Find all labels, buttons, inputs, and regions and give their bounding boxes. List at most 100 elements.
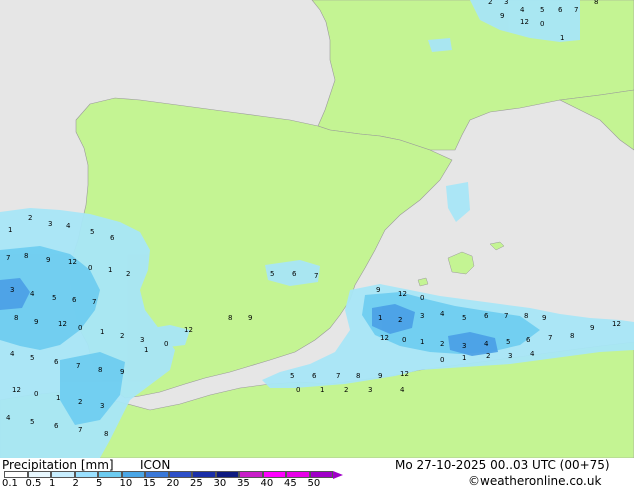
colorbar-label: 5 [96,478,103,489]
rain-value-label: 3 [420,312,424,320]
rain-value-label: 2 [486,352,490,360]
rain-value-label: 12 [68,258,77,266]
colorbar-swatch [145,471,169,478]
colorbar-swatch [192,471,216,478]
colorbar-label: 15 [143,478,156,489]
model-name: ICON [140,458,171,472]
rain-value-label: 2 [344,386,348,394]
rain-value-label: 8 [104,430,108,438]
rain-value-label: 2 [488,0,492,6]
rain-value-label: 1 [8,226,12,234]
rain-value-label: 7 [92,298,96,306]
rain-value-label: 7 [6,254,10,262]
rain-value-label: 9 [46,256,50,264]
rain-value-label: 1 [100,328,104,336]
rain-value-label: 0 [34,390,38,398]
rain-value-label: 4 [400,386,405,394]
rain-value-label: 5 [506,338,510,346]
rain-value-label: 3 [10,286,14,294]
rain-value-label: 2 [120,332,124,340]
credit: ©weatheronline.co.uk [468,474,602,488]
colorbar-swatch [309,471,333,478]
colorbar-label: 1 [49,478,56,489]
rain-value-label: 12 [398,290,407,298]
rain-value-label: 1 [320,386,324,394]
rain-value-label: 4 [440,310,445,318]
colorbar-label: 35 [237,478,250,489]
footer: Precipitation [mm] ICON Mo 27-10-2025 00… [0,458,634,490]
precipitation-map: 1 2 3 4 5 6 7 8 9 12 0 1 2 3 4 5 6 7 8 9 12 0 1 2 3 4 5 6 7 8 9 12 0 1 2 3 4… [0,0,634,459]
rain-value-label: 9 [120,368,124,376]
rain-value-label: 12 [184,326,193,334]
rain-value-label: 8 [24,252,28,260]
rain-value-label: 0 [88,264,92,272]
rain-value-label: 12 [380,334,389,342]
rain-value-label: 0 [164,340,168,348]
rain-value-label: 6 [484,312,489,320]
rain-value-label: 3 [48,220,52,228]
colorbar-swatch [239,471,263,478]
rain-value-label: 1 [420,338,424,346]
colorbar-swatch [286,471,310,478]
rain-value-label: 9 [590,324,594,332]
rain-value-label: 8 [570,332,574,340]
colorbar-label: 45 [284,478,297,489]
colorbar-swatch [121,471,145,478]
colorbar-label: 0.1 [2,478,18,489]
rain-value-label: 1 [462,354,466,362]
rain-value-label: 12 [12,386,21,394]
rain-value-label: 4 [10,350,15,358]
rain-value-label: 0 [440,356,444,364]
rain-value-label: 9 [378,372,382,380]
rain-value-label: 6 [54,358,59,366]
rain-value-label: 2 [78,398,82,406]
colorbar-swatch [262,471,286,478]
colorbar-label: 20 [166,478,180,489]
rain-value-label: 1 [378,314,382,322]
rain-value-label: 0 [540,20,544,28]
rain-value-label: 3 [368,386,372,394]
colorbar-swatch [51,471,75,478]
rain-value-label: 12 [58,320,67,328]
rain-value-label: 1 [108,266,112,274]
rain-value-label: 4 [30,290,35,298]
colorbar-swatch [168,471,192,478]
rain-value-label: 4 [66,222,71,230]
colorbar-swatch [27,471,51,478]
colorbar-label: 10 [119,478,133,489]
rain-value-label: 5 [290,372,294,380]
rain-value-label: 3 [508,352,512,360]
rain-value-label: 6 [54,422,59,430]
rain-value-label: 0 [296,386,300,394]
colorbar-label: 25 [190,478,203,489]
rain-value-label: 0 [402,336,406,344]
rain-value-label: 9 [542,314,546,322]
rain-value-label: 9 [34,318,38,326]
rain-value-label: 5 [90,228,94,236]
rain-value-label: 8 [228,314,232,322]
colorbar-arrow [333,471,343,479]
rain-value-label: 12 [400,370,409,378]
rain-value-label: 2 [398,316,402,324]
rain-value-label: 6 [110,234,115,242]
rain-value-label: 9 [376,286,380,294]
rain-value-label: 0 [420,294,424,302]
rain-value-label: 6 [72,296,77,304]
rain-value-label: 6 [558,6,563,14]
rain-value-label: 3 [100,402,104,410]
rain-value-label: 2 [126,270,130,278]
rain-value-label: 5 [52,294,56,302]
rain-value-label: 8 [524,312,528,320]
datetime: Mo 27-10-2025 00..03 UTC (00+75) [395,458,610,472]
rain-value-label: 12 [520,18,529,26]
rain-value-label: 7 [504,312,508,320]
rain-value-label: 4 [484,340,489,348]
rain-value-label: 5 [540,6,544,14]
rain-value-label: 5 [462,314,466,322]
rain-value-label: 1 [144,346,148,354]
colorbar-swatch [74,471,98,478]
colorbar-label: 2 [72,478,79,489]
rain-value-label: 7 [548,334,552,342]
rain-value-label: 2 [28,214,32,222]
colorbar-label: 0.5 [25,478,42,489]
